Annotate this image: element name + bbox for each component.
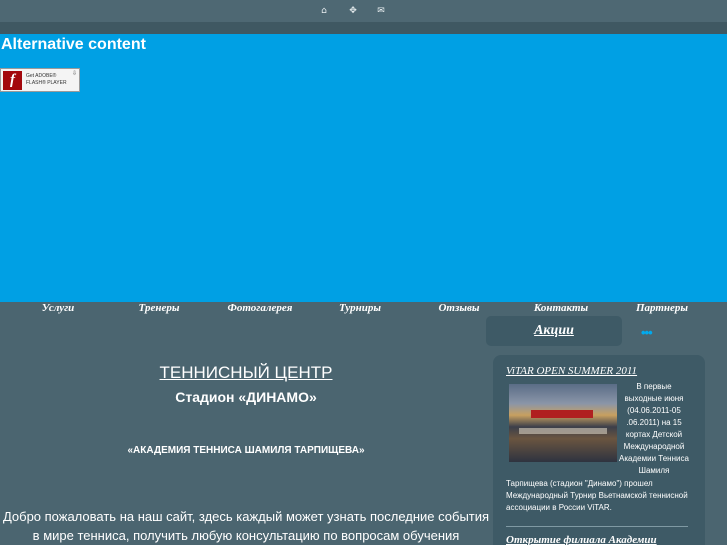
- photo-banner: [531, 410, 593, 418]
- flash-area: Alternative content f Get ADOBE® FLASH® …: [0, 34, 727, 314]
- welcome-text: Добро пожаловать на наш сайт, здесь кажд…: [2, 509, 490, 543]
- nav-item-services[interactable]: Услуги: [8, 302, 108, 314]
- alternative-content-heading: Alternative content: [1, 36, 146, 53]
- news-photo: [509, 384, 617, 462]
- news-title-branch-opening[interactable]: Открытие филиала Академии: [506, 534, 657, 545]
- stadium-subtitle: Стадион «ДИНАМО»: [175, 389, 317, 405]
- nav-item-partners[interactable]: Партнеры: [612, 302, 712, 314]
- nav-item-coaches[interactable]: Тренеры: [109, 302, 209, 314]
- news-title-vitar[interactable]: ViTAR OPEN SUMMER 2011: [506, 365, 637, 377]
- flash-badge-line1: Get ADOBE®: [26, 73, 57, 79]
- news-panel: ViTAR OPEN SUMMER 2011 В первые выходные…: [493, 355, 705, 545]
- top-bar: ⌂ ✥ ✉: [0, 0, 727, 34]
- flash-badge-line2: FLASH® PLAYER: [26, 80, 67, 86]
- nav-item-reviews[interactable]: Отзывы: [409, 302, 509, 314]
- news-excerpt-body: Тарпищева (стадион "Динамо") прошел Межд…: [506, 479, 688, 512]
- news-divider: [506, 526, 688, 527]
- more-dots-icon[interactable]: •••: [641, 325, 653, 340]
- nav-item-photo-gallery[interactable]: Фотогалерея: [210, 302, 310, 314]
- page-title: ТЕННИСНЫЙ ЦЕНТР: [159, 363, 333, 382]
- photo-detail: [519, 428, 607, 434]
- header-strip: [0, 22, 727, 34]
- academy-name: «АКАДЕМИЯ ТЕННИСА ШАМИЛЯ ТАРПИЩЕВА»: [127, 445, 365, 456]
- news-excerpt-side: В первые выходные июня (04.06.2011-05 .0…: [619, 382, 689, 475]
- nav-item-contacts[interactable]: Контакты: [511, 302, 611, 314]
- promotions-tab[interactable]: Акции: [486, 316, 622, 346]
- promotions-tab-label: Акции: [534, 323, 574, 338]
- sitemap-icon[interactable]: ✥: [348, 6, 358, 16]
- download-icon: ⇩: [72, 71, 78, 77]
- get-flash-player-button[interactable]: f Get ADOBE® FLASH® PLAYER ⇩: [0, 68, 80, 92]
- home-icon[interactable]: ⌂: [319, 6, 329, 16]
- mail-icon[interactable]: ✉: [376, 6, 386, 16]
- flash-logo-icon: f: [3, 71, 22, 90]
- nav-item-tournaments[interactable]: Турниры: [310, 302, 410, 314]
